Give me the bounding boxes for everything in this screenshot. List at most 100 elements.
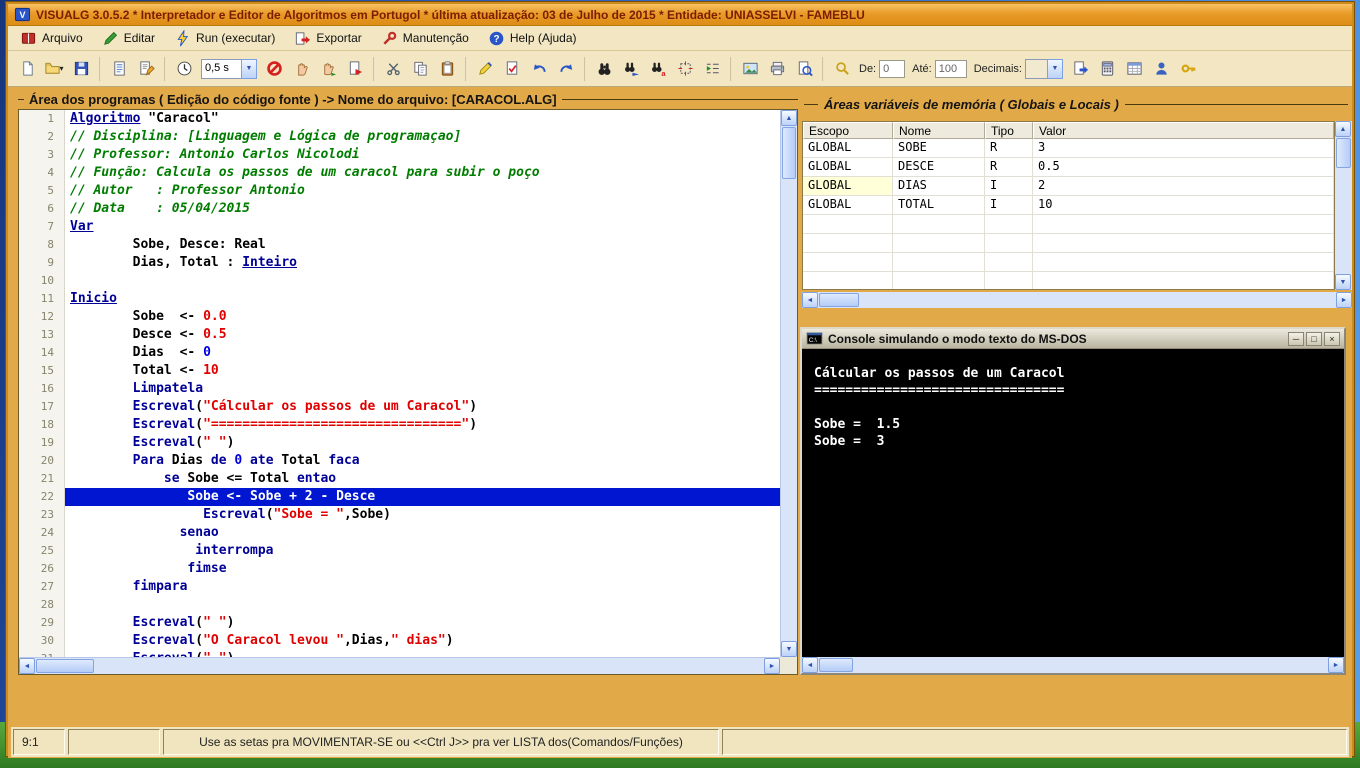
- variables-cell[interactable]: R: [985, 158, 1033, 177]
- code-line[interactable]: 31 Escreval(" "): [19, 650, 780, 657]
- variables-cell[interactable]: GLOBAL: [803, 139, 893, 158]
- find-next-button[interactable]: [618, 56, 644, 82]
- scroll-track[interactable]: [818, 292, 1336, 308]
- copy-button[interactable]: [407, 56, 433, 82]
- code-line[interactable]: 9 Dias, Total : Inteiro: [19, 254, 780, 272]
- syntax-check-button[interactable]: [499, 56, 525, 82]
- code-line[interactable]: 3// Professor: Antonio Carlos Nicolodi: [19, 146, 780, 164]
- open-file-button[interactable]: ▾: [41, 56, 67, 82]
- menu-arquivo[interactable]: Arquivo: [16, 28, 92, 49]
- code-line[interactable]: 10: [19, 272, 780, 290]
- scroll-left-arrow-icon[interactable]: [19, 658, 35, 674]
- scroll-left-arrow-icon[interactable]: [802, 657, 818, 673]
- code-line[interactable]: 17 Escreval("Cálcular os passos de um Ca…: [19, 398, 780, 416]
- dropdown-arrow-icon[interactable]: [1047, 59, 1063, 79]
- paste-button[interactable]: [434, 56, 460, 82]
- scroll-thumb[interactable]: [36, 659, 94, 673]
- menu-exportar[interactable]: Exportar: [290, 28, 370, 49]
- menu-help[interactable]: ?Help (Ajuda): [484, 28, 586, 49]
- console-hscrollbar[interactable]: [802, 657, 1344, 673]
- random-config-button[interactable]: [829, 56, 855, 82]
- code-line[interactable]: 29 Escreval(" "): [19, 614, 780, 632]
- variables-cell[interactable]: DESCE: [893, 158, 985, 177]
- banner-button[interactable]: [737, 56, 763, 82]
- scroll-right-arrow-icon[interactable]: [1336, 292, 1352, 308]
- code-line[interactable]: 6// Data : 05/04/2015: [19, 200, 780, 218]
- run-to-line-button[interactable]: [342, 56, 368, 82]
- redo-button[interactable]: [553, 56, 579, 82]
- scroll-thumb[interactable]: [782, 127, 796, 179]
- new-file-button[interactable]: [14, 56, 40, 82]
- code-line[interactable]: 2// Disciplina: [Linguagem e Lógica de p…: [19, 128, 780, 146]
- scroll-left-arrow-icon[interactable]: [802, 292, 818, 308]
- de-field-input[interactable]: [879, 60, 905, 78]
- variables-cell[interactable]: DIAS: [893, 177, 985, 196]
- variables-cell[interactable]: SOBE: [893, 139, 985, 158]
- scroll-thumb[interactable]: [1336, 138, 1351, 168]
- cut-button[interactable]: [380, 56, 406, 82]
- code-line[interactable]: 14 Dias <- 0: [19, 344, 780, 362]
- code-line[interactable]: 20 Para Dias de 0 ate Total faca: [19, 452, 780, 470]
- undo-button[interactable]: [526, 56, 552, 82]
- delay-select[interactable]: 0,5 s: [201, 59, 257, 79]
- cancel-exec-button[interactable]: [261, 56, 287, 82]
- page-setup-button[interactable]: [133, 56, 159, 82]
- variables-cell[interactable]: GLOBAL: [803, 158, 893, 177]
- vars-col-header[interactable]: Valor: [1033, 122, 1334, 139]
- variables-cell[interactable]: 0.5: [1033, 158, 1334, 177]
- scroll-track[interactable]: [35, 658, 764, 674]
- console-maximize-button[interactable]: [1306, 332, 1322, 346]
- scroll-track[interactable]: [1335, 137, 1352, 274]
- variables-vscrollbar[interactable]: [1335, 121, 1352, 290]
- goto-line-button[interactable]: [672, 56, 698, 82]
- scroll-down-arrow-icon[interactable]: [1335, 274, 1351, 290]
- code-line[interactable]: 11Inicio: [19, 290, 780, 308]
- variables-cell[interactable]: 2: [1033, 177, 1334, 196]
- editor-vscrollbar[interactable]: [780, 110, 797, 657]
- code-line[interactable]: 24 senao: [19, 524, 780, 542]
- variables-cell[interactable]: I: [985, 196, 1033, 215]
- code-line[interactable]: 18 Escreval("===========================…: [19, 416, 780, 434]
- decimais-select-combobox[interactable]: [1025, 59, 1063, 79]
- profile-button[interactable]: [1148, 56, 1174, 82]
- save-button[interactable]: [68, 56, 94, 82]
- code-line[interactable]: 15 Total <- 10: [19, 362, 780, 380]
- vars-col-header[interactable]: Tipo: [985, 122, 1033, 139]
- code-line[interactable]: 16 Limpatela: [19, 380, 780, 398]
- editor-hscrollbar[interactable]: [19, 657, 780, 674]
- print-listing-button[interactable]: [106, 56, 132, 82]
- ascii-table-button[interactable]: [1121, 56, 1147, 82]
- code-line[interactable]: 8 Sobe, Desce: Real: [19, 236, 780, 254]
- code-line[interactable]: 28: [19, 596, 780, 614]
- scroll-thumb[interactable]: [819, 658, 853, 672]
- code-line[interactable]: 7Var: [19, 218, 780, 236]
- find-button[interactable]: [591, 56, 617, 82]
- menu-editar[interactable]: Editar: [98, 28, 164, 49]
- code-line[interactable]: 27 fimpara: [19, 578, 780, 596]
- console-titlebar[interactable]: C:\ Console simulando o modo texto do MS…: [802, 329, 1344, 349]
- indent-block-button[interactable]: [699, 56, 725, 82]
- scroll-right-arrow-icon[interactable]: [1328, 657, 1344, 673]
- dropdown-arrow-icon[interactable]: ▾: [59, 64, 63, 73]
- code-line[interactable]: 13 Desce <- 0.5: [19, 326, 780, 344]
- apply-range-button[interactable]: [1067, 56, 1093, 82]
- titlebar[interactable]: V VISUALG 3.0.5.2 * Interpretador e Edit…: [8, 4, 1352, 26]
- code-line[interactable]: 21 se Sobe <= Total entao: [19, 470, 780, 488]
- vars-col-header[interactable]: Nome: [893, 122, 985, 139]
- variables-cell[interactable]: R: [985, 139, 1033, 158]
- print-preview-button[interactable]: [791, 56, 817, 82]
- menu-run[interactable]: Run (executar): [170, 28, 284, 49]
- vars-col-header[interactable]: Escopo: [803, 122, 893, 139]
- code-line[interactable]: 30 Escreval("O Caracol levou ",Dias," di…: [19, 632, 780, 650]
- scroll-up-arrow-icon[interactable]: [1335, 121, 1351, 137]
- variables-cell[interactable]: GLOBAL: [803, 177, 893, 196]
- variables-cell[interactable]: GLOBAL: [803, 196, 893, 215]
- variables-hscrollbar[interactable]: [802, 292, 1352, 308]
- scroll-right-arrow-icon[interactable]: [764, 658, 780, 674]
- code-line[interactable]: 19 Escreval(" "): [19, 434, 780, 452]
- step-exec-button[interactable]: [315, 56, 341, 82]
- scroll-up-arrow-icon[interactable]: [781, 110, 797, 126]
- variables-cell[interactable]: 3: [1033, 139, 1334, 158]
- menu-manutencao[interactable]: Manutenção: [377, 28, 478, 49]
- variables-cell[interactable]: I: [985, 177, 1033, 196]
